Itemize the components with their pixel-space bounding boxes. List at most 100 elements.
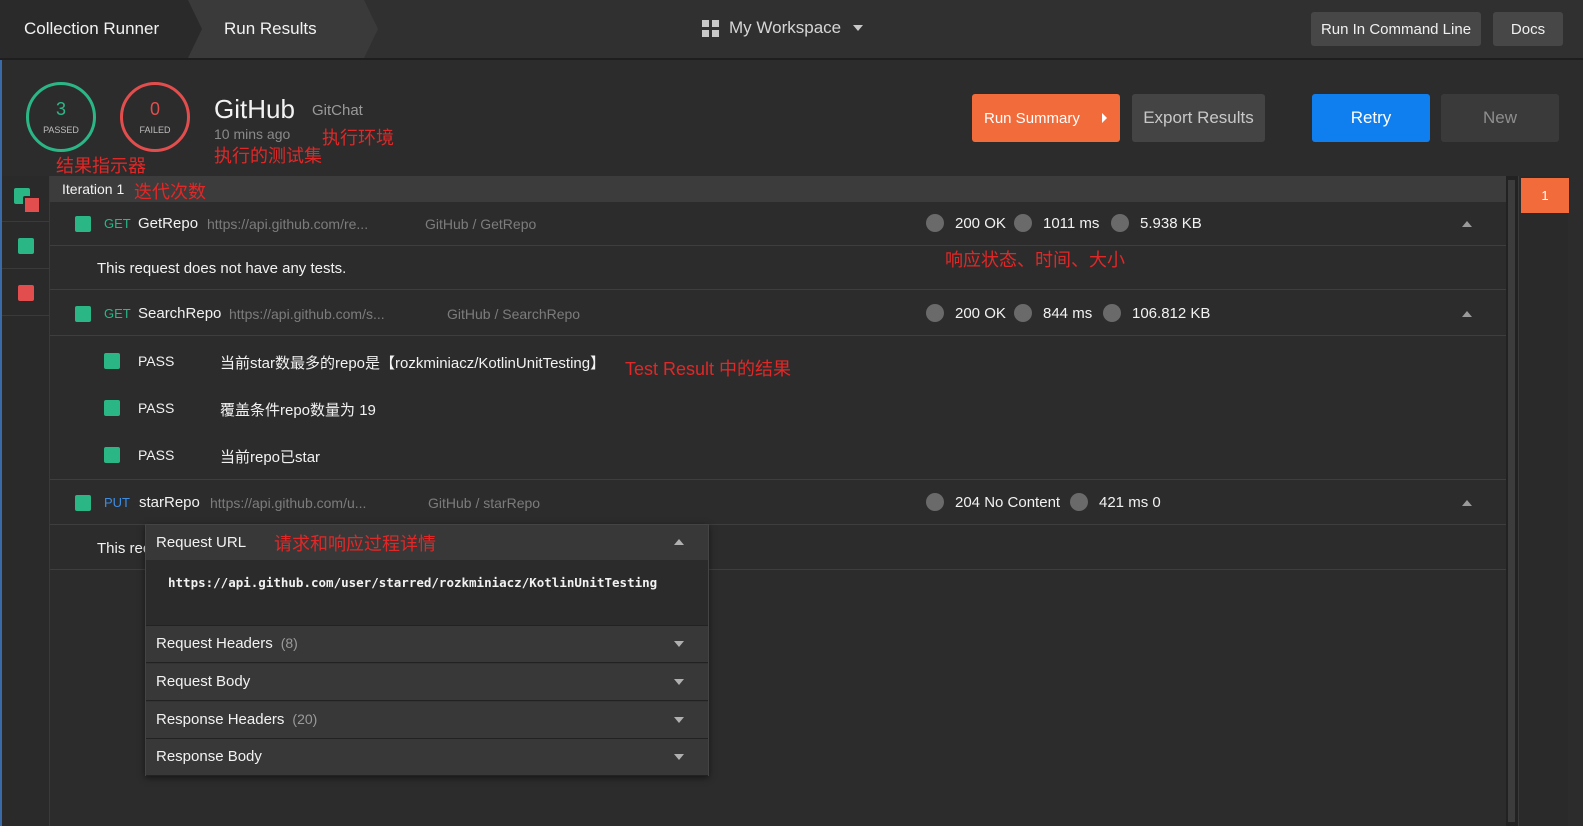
status-text: 204 No Content (955, 493, 1061, 511)
annotation-details: 请求和响应过程详情 (274, 534, 436, 554)
size-dot-icon (1111, 214, 1129, 232)
response-status: 200 OK (926, 214, 1006, 232)
request-row-getrepo[interactable]: GET GetRepo https://api.github.com/re...… (50, 202, 1506, 246)
iteration-list: 1 (1518, 176, 1569, 826)
request-path: GitHub / starRepo (428, 495, 541, 511)
pass-status-icon (75, 306, 91, 322)
status-dot-icon (926, 304, 944, 322)
request-method: GET (104, 306, 131, 321)
no-tests-message: This request does not have any tests. (97, 260, 347, 277)
test-description: 覆盖条件repo数量为 19 (220, 402, 376, 419)
request-path: GitHub / GetRepo (425, 216, 537, 232)
request-body-section[interactable]: Request Body (146, 664, 708, 701)
sidebar-item-failed[interactable] (2, 270, 50, 316)
test-result-row: PASS 当前star数最多的repo是【rozkminiacz/KotlinU… (50, 338, 1506, 384)
passed-label: PASSED (43, 125, 79, 135)
status-text: 200 OK (955, 214, 1006, 232)
status-text: 200 OK (955, 304, 1006, 322)
chevron-up-icon[interactable] (1462, 311, 1472, 317)
size-text: 5.938 KB (1140, 214, 1202, 232)
request-headers-section[interactable]: Request Headers (8) (146, 626, 708, 663)
breadcrumb-run-results[interactable]: Run Results (188, 0, 378, 58)
passed-count: 3 (55, 99, 66, 119)
status-dot-icon (926, 493, 944, 511)
section-label: Response Headers (20) (156, 711, 317, 728)
sidebar-item-all[interactable] (2, 176, 50, 222)
pass-status-icon (104, 447, 120, 463)
size-text: 0 (1152, 493, 1161, 511)
response-body-label: Response Body (156, 748, 262, 765)
time-dot-icon (1014, 214, 1032, 232)
annotation-response-meta: 响应状态、时间、大小 (945, 250, 1125, 270)
pass-status-icon (104, 400, 120, 416)
request-row-searchrepo[interactable]: GET SearchRepo https://api.github.com/s.… (50, 292, 1506, 336)
pass-status-icon (75, 216, 91, 232)
size-text: 106.812 KB (1132, 304, 1211, 322)
failed-label: FAILED (139, 125, 171, 135)
export-results-button[interactable]: Export Results (1132, 94, 1265, 142)
time-text: 1011 ms (1043, 214, 1100, 232)
environment-name: GitChat (312, 102, 363, 119)
pass-status-icon (104, 353, 120, 369)
request-name: starRepo (139, 494, 200, 511)
workspace-switcher[interactable]: My Workspace (702, 18, 864, 38)
response-size: 5.938 KB (1111, 214, 1202, 232)
request-url: https://api.github.com/s... (229, 306, 385, 322)
size-dot-icon (1103, 304, 1121, 322)
collection-name: GitHub (214, 94, 295, 124)
divider (50, 289, 1506, 290)
response-headers-label: Response Headers (156, 711, 285, 728)
breadcrumb-label: Collection Runner (24, 19, 160, 38)
iteration-header: Iteration 1 迭代次数 (50, 176, 1506, 202)
run-summary-label: Run Summary (984, 109, 1080, 127)
chevron-down-icon (674, 717, 684, 723)
time-text: 844 ms (1043, 304, 1093, 322)
chevron-down-icon (674, 641, 684, 647)
divider (50, 479, 1506, 480)
run-summary-button[interactable]: Run Summary (972, 94, 1120, 142)
chevron-down-icon (853, 25, 864, 31)
test-status: PASS (138, 400, 175, 416)
docs-button[interactable]: Docs (1493, 12, 1563, 46)
top-bar: Collection Runner Run Results My Workspa… (0, 0, 1583, 60)
chevron-up-icon[interactable] (1462, 221, 1472, 227)
new-button[interactable]: New (1441, 94, 1559, 142)
scrollbar-thumb[interactable] (1508, 180, 1515, 822)
response-time: 421 ms 0 (1070, 493, 1161, 511)
request-headers-label: Request Headers (156, 635, 273, 652)
time-text: 421 ms (1099, 493, 1149, 511)
time-dot-icon (1014, 304, 1032, 322)
test-status: PASS (138, 447, 175, 463)
iteration-badge[interactable]: 1 (1521, 178, 1569, 213)
request-name: SearchRepo (138, 305, 222, 322)
response-headers-count: (20) (292, 711, 318, 727)
retry-button[interactable]: Retry (1312, 94, 1430, 142)
chevron-up-icon[interactable] (1462, 500, 1472, 506)
request-path: GitHub / SearchRepo (447, 306, 581, 322)
failed-indicator: 0 FAILED (120, 82, 190, 152)
response-headers-section[interactable]: Response Headers (20) (146, 702, 708, 739)
request-url-section[interactable]: Request URL 请求和响应过程详情 (146, 525, 708, 562)
request-url: https://api.github.com/u... (210, 495, 367, 511)
run-in-command-line-button[interactable]: Run In Command Line (1311, 12, 1481, 46)
no-tests-message: This rec (97, 540, 151, 557)
chevron-down-icon (674, 679, 684, 685)
chevron-right-icon (1101, 113, 1107, 123)
scrollbar[interactable] (1506, 176, 1518, 826)
sidebar-item-passed[interactable] (2, 223, 50, 269)
response-time: 1011 ms (1014, 214, 1099, 232)
request-url-value: https://api.github.com/user/starred/rozk… (146, 560, 708, 626)
request-name: GetRepo (138, 215, 199, 232)
response-body-section[interactable]: Response Body (146, 739, 708, 776)
request-details-panel: Request URL 请求和响应过程详情 https://api.github… (145, 524, 709, 776)
run-summary-header: 3 PASSED 0 FAILED GitHub GitChat 10 mins… (0, 60, 1568, 176)
test-result-row: PASS 当前repo已star (50, 432, 1506, 478)
test-description: 当前star数最多的repo是【rozkminiacz/KotlinUnitTe… (220, 355, 606, 372)
request-method: PUT (104, 495, 130, 510)
breadcrumb-collection-runner[interactable]: Collection Runner (0, 0, 202, 58)
annotation-iteration: 迭代次数 (134, 182, 206, 202)
request-row-starrepo[interactable]: PUT starRepo https://api.github.com/u...… (50, 481, 1506, 525)
request-url-label: Request URL (156, 534, 247, 551)
response-status: 204 No Content (926, 493, 1060, 511)
test-status: PASS (138, 353, 175, 369)
